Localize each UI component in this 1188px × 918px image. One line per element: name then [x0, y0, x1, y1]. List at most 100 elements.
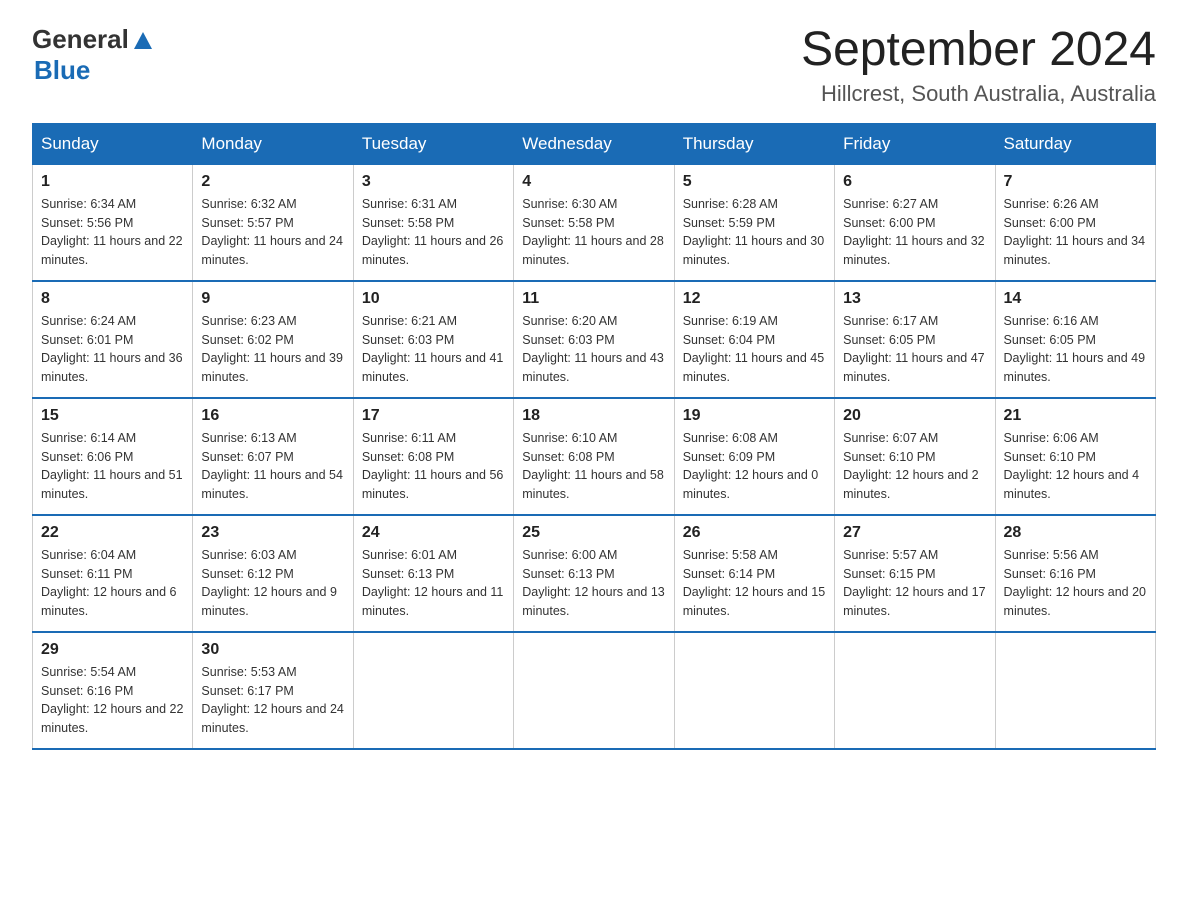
daylight-text: Daylight: 12 hours and 22 minutes. [41, 702, 183, 735]
sunrise-text: Sunrise: 6:11 AM [362, 431, 456, 445]
day-number: 16 [201, 407, 344, 425]
sunrise-text: Sunrise: 6:01 AM [362, 548, 457, 562]
day-info: Sunrise: 6:11 AMSunset: 6:08 PMDaylight:… [362, 429, 505, 504]
calendar-cell: 22Sunrise: 6:04 AMSunset: 6:11 PMDayligh… [33, 515, 193, 632]
day-number: 7 [1004, 173, 1147, 191]
sunset-text: Sunset: 6:00 PM [843, 216, 935, 230]
sunset-text: Sunset: 6:01 PM [41, 333, 133, 347]
day-number: 18 [522, 407, 665, 425]
calendar-cell [514, 632, 674, 749]
sunrise-text: Sunrise: 6:00 AM [522, 548, 617, 562]
daylight-text: Daylight: 12 hours and 4 minutes. [1004, 468, 1140, 501]
day-info: Sunrise: 6:07 AMSunset: 6:10 PMDaylight:… [843, 429, 986, 504]
day-number: 25 [522, 524, 665, 542]
sunrise-text: Sunrise: 6:13 AM [201, 431, 296, 445]
sunset-text: Sunset: 6:08 PM [522, 450, 614, 464]
header-monday: Monday [193, 123, 353, 164]
daylight-text: Daylight: 11 hours and 58 minutes. [522, 468, 664, 501]
sunrise-text: Sunrise: 6:17 AM [843, 314, 938, 328]
day-number: 24 [362, 524, 505, 542]
sunrise-text: Sunrise: 6:27 AM [843, 197, 938, 211]
day-number: 5 [683, 173, 826, 191]
day-number: 9 [201, 290, 344, 308]
day-number: 14 [1004, 290, 1147, 308]
logo-line1: General [32, 24, 154, 55]
sunrise-text: Sunrise: 6:26 AM [1004, 197, 1099, 211]
calendar-cell: 1Sunrise: 6:34 AMSunset: 5:56 PMDaylight… [33, 164, 193, 281]
day-info: Sunrise: 5:56 AM Sunset: 6:16 PM Daylight:… [1004, 546, 1147, 621]
day-info: Sunrise: 6:16 AMSunset: 6:05 PMDaylight:… [1004, 312, 1147, 387]
calendar-cell: 19 Sunrise: 6:08 AMSunset: 6:09 PMDayligh… [674, 398, 834, 515]
day-info: Sunrise: 5:54 AMSunset: 6:16 PMDaylight:… [41, 663, 184, 738]
sunset-text: Sunset: 6:03 PM [522, 333, 614, 347]
day-info: Sunrise: 5:53 AMSunset: 6:17 PMDaylight:… [201, 663, 344, 738]
sunset-text: Sunset: 5:57 PM [201, 216, 293, 230]
day-info: Sunrise: 6:13 AM Sunset: 6:07 PM Daylight:… [201, 429, 344, 504]
day-number: 28 [1004, 524, 1147, 542]
calendar-cell: 10Sunrise: 6:21 AMSunset: 6:03 PMDayligh… [353, 281, 513, 398]
header-saturday: Saturday [995, 123, 1155, 164]
calendar-cell: 25Sunrise: 6:00 AMSunset: 6:13 PMDayligh… [514, 515, 674, 632]
calendar-cell [674, 632, 834, 749]
header-sunday: Sunday [33, 123, 193, 164]
sunrise-text: Sunrise: 6:14 AM [41, 431, 136, 445]
header-tuesday: Tuesday [353, 123, 513, 164]
daylight-text: Daylight: 11 hours and 39 minutes. [201, 351, 343, 384]
sunset-text: Sunset: 6:11 PM [41, 567, 133, 581]
calendar-cell: 5 Sunrise: 6:28 AMSunset: 5:59 PMDaylight… [674, 164, 834, 281]
daylight-text: Daylight: 11 hours and 56 minutes. [362, 468, 504, 501]
week-row-2: 8Sunrise: 6:24 AMSunset: 6:01 PMDaylight… [33, 281, 1156, 398]
daylight-text: Daylight: 12 hours and 20 minutes. [1004, 585, 1146, 618]
sunrise-text: Sunrise: 6:30 AM [522, 197, 617, 211]
day-info: Sunrise: 6:08 AMSunset: 6:09 PMDaylight:… [683, 429, 826, 504]
day-number: 4 [522, 173, 665, 191]
sunrise-text: Sunrise: 6:24 AM [41, 314, 136, 328]
day-info: Sunrise: 6:04 AMSunset: 6:11 PMDaylight:… [41, 546, 184, 621]
sunset-text: Sunset: 6:07 PM [201, 450, 293, 464]
sunrise-text: Sunrise: 6:28 AM [683, 197, 778, 211]
daylight-text: Daylight: 11 hours and 54 minutes. [201, 468, 343, 501]
daylight-text: Daylight: 12 hours and 0 minutes. [683, 468, 819, 501]
week-row-4: 22Sunrise: 6:04 AMSunset: 6:11 PMDayligh… [33, 515, 1156, 632]
sunset-text: Sunset: 6:05 PM [1004, 333, 1096, 347]
sunset-text: Sunset: 6:16 PM [1004, 567, 1096, 581]
week-row-3: 15 Sunrise: 6:14 AM Sunset: 6:06 PM Dayligh… [33, 398, 1156, 515]
day-number: 13 [843, 290, 986, 308]
day-number: 10 [362, 290, 505, 308]
day-info: Sunrise: 6:31 AMSunset: 5:58 PMDaylight:… [362, 195, 505, 270]
calendar-cell: 20Sunrise: 6:07 AMSunset: 6:10 PMDayligh… [835, 398, 995, 515]
day-info: Sunrise: 6:32 AMSunset: 5:57 PMDaylight:… [201, 195, 344, 270]
week-row-1: 1Sunrise: 6:34 AMSunset: 5:56 PMDaylight… [33, 164, 1156, 281]
sunrise-text: Sunrise: 6:21 AM [362, 314, 457, 328]
sunrise-text: Sunrise: 5:54 AM [41, 665, 136, 679]
sunset-text: Sunset: 6:14 PM [683, 567, 775, 581]
day-info: Sunrise: 6:14 AMSunset: 6:06 PMDaylight:… [41, 429, 184, 504]
day-number: 19 [683, 407, 826, 425]
day-info: Sunrise: 6:28 AMSunset: 5:59 PMDaylight:… [683, 195, 826, 270]
calendar-cell: 8Sunrise: 6:24 AMSunset: 6:01 PMDaylight… [33, 281, 193, 398]
sunrise-text: Sunrise: 6:20 AM [522, 314, 617, 328]
weekday-header-row: Sunday Monday Tuesday Wednesday Thursday… [33, 123, 1156, 164]
sunset-text: Sunset: 6:15 PM [843, 567, 935, 581]
sunset-text: Sunset: 6:06 PM [41, 450, 133, 464]
daylight-text: Daylight: 11 hours and 49 minutes. [1004, 351, 1146, 384]
logo-general-text: General [32, 24, 129, 55]
week-row-5: 29 Sunrise: 5:54 AMSunset: 6:16 PMDayligh… [33, 632, 1156, 749]
day-number: 11 [522, 290, 665, 308]
calendar-cell: 17Sunrise: 6:11 AMSunset: 6:08 PMDayligh… [353, 398, 513, 515]
sunrise-text: Sunrise: 5:56 AM [1004, 548, 1099, 562]
day-info: Sunrise: 5:58 AMSunset: 6:14 PMDaylight:… [683, 546, 826, 621]
header-friday: Friday [835, 123, 995, 164]
calendar-cell: 28 Sunrise: 5:56 AM Sunset: 6:16 PM Dayligh… [995, 515, 1155, 632]
calendar-cell [835, 632, 995, 749]
day-number: 29 [41, 641, 184, 659]
day-number: 21 [1004, 407, 1147, 425]
day-number: 30 [201, 641, 344, 659]
day-number: 15 [41, 407, 184, 425]
sunrise-text: Sunrise: 5:53 AM [201, 665, 296, 679]
sunrise-text: Sunrise: 6:34 AM [41, 197, 136, 211]
sunrise-text: Sunrise: 6:08 AM [683, 431, 778, 445]
sunrise-text: Sunrise: 6:19 AM [683, 314, 778, 328]
daylight-text: Daylight: 11 hours and 47 minutes. [843, 351, 985, 384]
calendar-cell [995, 632, 1155, 749]
